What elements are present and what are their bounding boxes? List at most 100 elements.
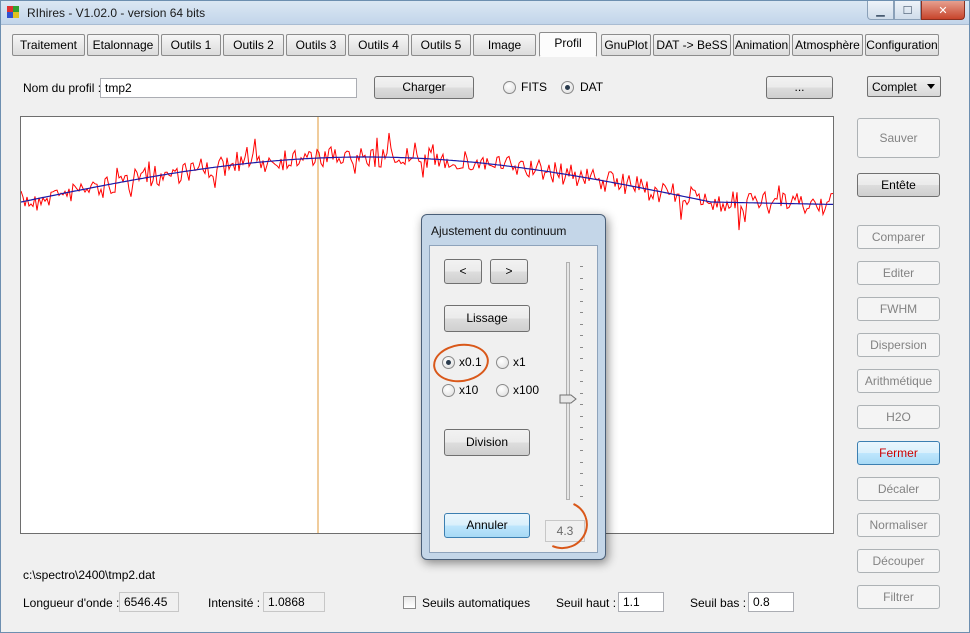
next-button[interactable]: >: [490, 259, 528, 284]
h2o-button[interactable]: H2O: [857, 405, 940, 429]
high-threshold-label: Seuil haut :: [556, 596, 617, 610]
dispersion-button[interactable]: Dispersion: [857, 333, 940, 357]
compare-button[interactable]: Comparer: [857, 225, 940, 249]
tab-dat-bess[interactable]: DAT -> BeSS: [653, 34, 731, 56]
tab-outils-3[interactable]: Outils 3: [286, 34, 346, 56]
slider-tick: [580, 358, 583, 359]
crop-button[interactable]: Découper: [857, 549, 940, 573]
slider-tick: [580, 484, 583, 486]
tab-traitement[interactable]: Traitement: [12, 34, 85, 56]
header-button-label: Entête: [881, 178, 916, 192]
slider-thumb[interactable]: [559, 394, 577, 404]
wavelength-field: 6546.45: [119, 592, 179, 612]
tab-animation[interactable]: Animation: [733, 34, 790, 56]
slider-tick: [580, 300, 583, 302]
tab-outils-4[interactable]: Outils 4: [348, 34, 409, 56]
shift-button-label: Décaler: [877, 482, 920, 496]
slider-tick: [580, 266, 583, 267]
smooth-button[interactable]: Lissage: [444, 305, 530, 332]
tab-etalonnage[interactable]: Etalonnage: [87, 34, 159, 56]
slider-tick: [580, 473, 583, 474]
fwhm-button-label: FWHM: [879, 302, 918, 316]
auto-threshold-checkbox[interactable]: [403, 596, 416, 609]
header-button[interactable]: Entête: [857, 173, 940, 197]
app-icon: [7, 6, 20, 19]
mode-select[interactable]: Complet: [867, 76, 941, 97]
dialog-body: < > Lissage x0.1 x1 x10 x100 Division An…: [429, 245, 598, 557]
slider-tick: [580, 289, 583, 290]
tab-configuration[interactable]: Configuration: [865, 34, 939, 56]
fwhm-button[interactable]: FWHM: [857, 297, 940, 321]
dispersion-button-label: Dispersion: [870, 338, 927, 352]
wavelength-label: Longueur d'onde :: [23, 596, 120, 610]
format-dat-radio[interactable]: [561, 81, 574, 94]
division-button-label: Division: [465, 435, 508, 449]
h2o-button-label: H2O: [886, 410, 911, 424]
intensity-field: 1.0868: [263, 592, 325, 612]
low-threshold-field[interactable]: 0.8: [748, 592, 794, 612]
filter-button[interactable]: Filtrer: [857, 585, 940, 609]
slider-tick: [580, 392, 583, 394]
arithmetic-button[interactable]: Arithmétique: [857, 369, 940, 393]
annotation-circle: [430, 340, 492, 386]
cancel-button[interactable]: Annuler: [444, 513, 530, 538]
slider-tick: [580, 496, 583, 497]
tab-profil[interactable]: Profil: [539, 32, 597, 57]
tab-outils-2[interactable]: Outils 2: [223, 34, 284, 56]
main-window: RIhires - V1.02.0 - version 64 bits ▁ ☐ …: [0, 0, 970, 633]
high-threshold-field[interactable]: 1.1: [618, 592, 664, 612]
intensity-label: Intensité :: [208, 596, 261, 610]
tab-outils-1[interactable]: Outils 1: [161, 34, 221, 56]
slider-tick: [580, 415, 583, 417]
edit-button-label: Editer: [882, 266, 915, 280]
filter-button-label: Filtrer: [883, 590, 914, 604]
smooth-button-label: Lissage: [466, 311, 508, 325]
title-bar[interactable]: RIhires - V1.02.0 - version 64 bits ▁ ☐ …: [1, 1, 969, 25]
slider-tick: [580, 369, 583, 371]
step-x10-radio[interactable]: [442, 384, 455, 397]
format-dat-label: DAT: [580, 80, 604, 94]
load-button-label: Charger: [402, 80, 446, 94]
load-button[interactable]: Charger: [374, 76, 474, 99]
compare-button-label: Comparer: [871, 230, 926, 244]
step-x100-radio[interactable]: [496, 384, 509, 397]
tab-outils-5[interactable]: Outils 5: [411, 34, 471, 56]
continuum-dialog: Ajustement du continuum < > Lissage x0.1…: [421, 214, 606, 560]
save-button[interactable]: Sauver: [857, 118, 940, 158]
previous-button[interactable]: <: [444, 259, 482, 284]
format-fits-radio[interactable]: [503, 81, 516, 94]
tab-atmosphere[interactable]: Atmosphère: [792, 34, 863, 56]
slider-tick: [580, 438, 583, 440]
slider-tick: [580, 323, 583, 325]
profile-name-field[interactable]: tmp2: [100, 78, 357, 98]
shift-button[interactable]: Décaler: [857, 477, 940, 501]
window-title: RIhires - V1.02.0 - version 64 bits: [27, 6, 206, 20]
division-button[interactable]: Division: [444, 429, 530, 456]
browse-button[interactable]: ...: [766, 76, 833, 99]
normalize-button[interactable]: Normaliser: [857, 513, 940, 537]
mode-select-value: Complet: [872, 80, 917, 94]
slider-tick: [580, 335, 583, 336]
crop-button-label: Découper: [872, 554, 925, 568]
minimize-button[interactable]: ▁: [867, 1, 894, 20]
slider-tick: [580, 277, 583, 279]
save-button-label: Sauver: [879, 131, 918, 145]
slider-tick: [580, 427, 583, 428]
format-fits-label: FITS: [521, 80, 547, 94]
chevron-down-icon: [927, 84, 935, 89]
step-x1-label: x1: [513, 355, 526, 369]
profile-name-label: Nom du profil :: [23, 81, 102, 95]
browse-button-label: ...: [794, 80, 805, 94]
tab-gnuplot[interactable]: GnuPlot: [601, 34, 651, 56]
close-profile-button[interactable]: Fermer: [857, 441, 940, 465]
annotation-circle-value: [531, 493, 595, 557]
next-button-label: >: [505, 264, 513, 278]
maximize-button[interactable]: ☐: [894, 1, 921, 20]
close-window-button[interactable]: ✕: [921, 1, 965, 20]
tab-image[interactable]: Image: [473, 34, 536, 56]
continuum-slider[interactable]: [566, 262, 570, 500]
slider-tick: [580, 450, 583, 451]
step-x1-radio[interactable]: [496, 356, 509, 369]
edit-button[interactable]: Editer: [857, 261, 940, 285]
previous-button-label: <: [459, 264, 467, 278]
